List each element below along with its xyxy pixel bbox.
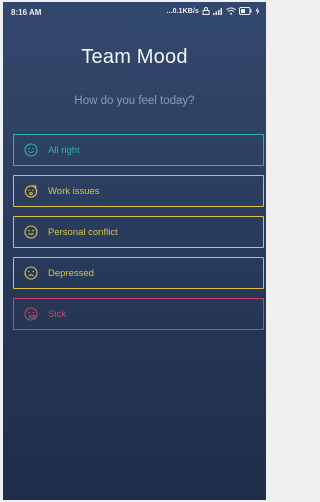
signal-icon [213,7,223,15]
mood-label: Work issues [48,185,100,197]
charging-icon [255,7,260,15]
sad-face-icon [24,266,38,280]
page-subtitle: How do you feel today? [74,95,195,107]
mood-label: Sick [48,308,66,320]
wifi-icon [226,7,236,15]
status-time: 8:16 AM [11,8,42,17]
mood-option-all-right[interactable]: All right [13,134,264,166]
network-speed: ...0.1KB/s [166,7,199,15]
smile-icon [24,143,38,157]
mood-label: Depressed [48,267,94,279]
lock-icon [202,7,210,15]
mood-option-sick[interactable]: Sick [13,298,264,330]
mood-option-personal-conflict[interactable]: Personal conflict [13,216,264,248]
sick-face-icon [24,307,38,321]
battery-icon [239,7,252,15]
status-icons: ...0.1KB/s [166,7,260,15]
page-title: Team Mood [81,46,188,68]
app-screen: 8:16 AM ...0.1KB/s Team Mood How do you … [3,2,266,500]
confused-face-icon [24,225,38,239]
status-bar: 8:16 AM ...0.1KB/s [3,2,266,24]
mood-label: Personal conflict [48,226,118,238]
exploding-face-icon [24,184,38,198]
mood-option-work-issues[interactable]: Work issues [13,175,264,207]
mood-label: All right [48,144,80,156]
mood-option-depressed[interactable]: Depressed [13,257,264,289]
